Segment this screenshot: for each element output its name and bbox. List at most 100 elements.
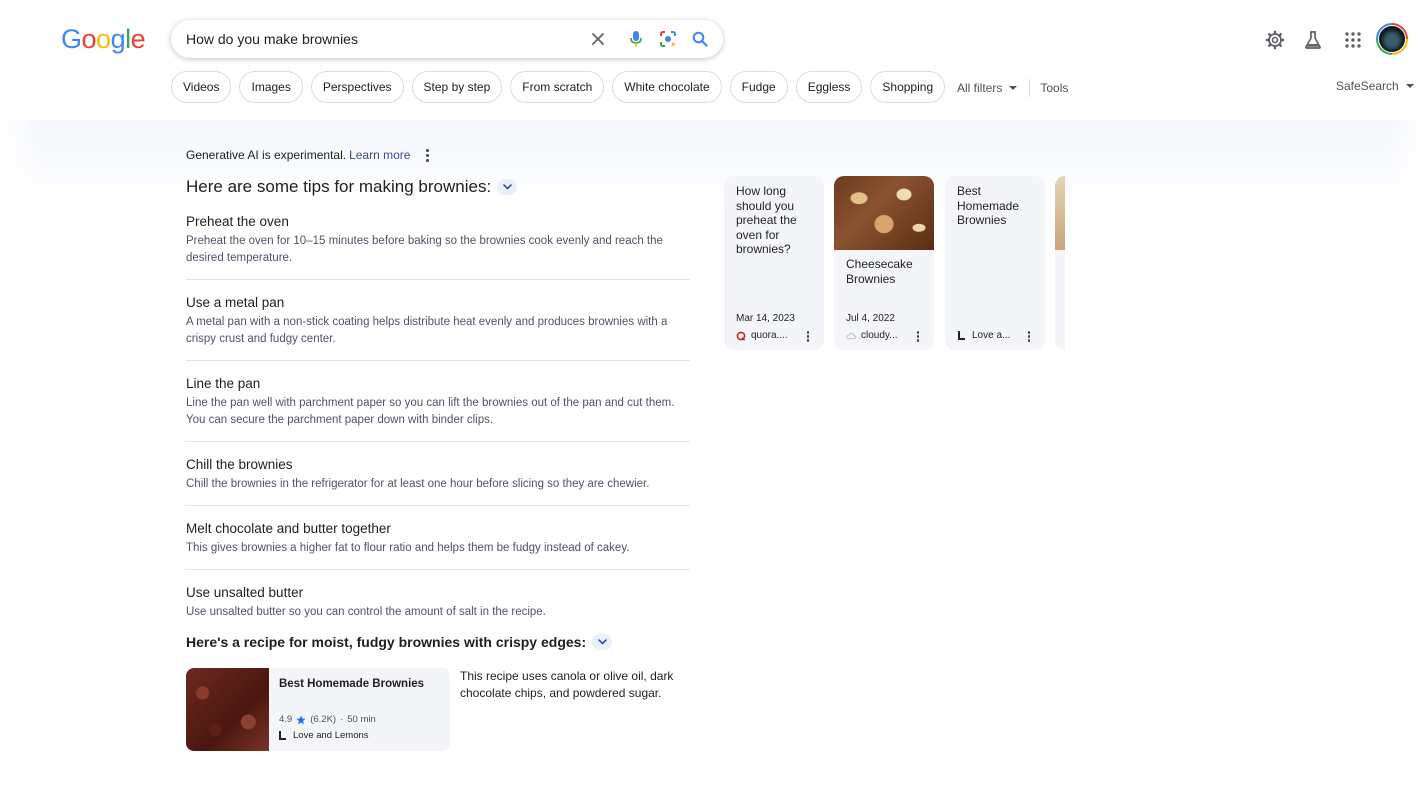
star-icon xyxy=(296,715,306,724)
filter-chip[interactable]: Fudge xyxy=(729,71,788,103)
search-input[interactable]: How do you make brownies xyxy=(186,31,358,47)
labs-flask-icon[interactable] xyxy=(1301,28,1325,52)
source-card-source-name: cloudy... xyxy=(861,330,898,341)
recipe-description: This recipe uses canola or olive oil, da… xyxy=(460,669,674,700)
tip-title: Melt chocolate and butter together xyxy=(186,521,391,536)
tip-title: Line the pan xyxy=(186,376,261,391)
source-card-date: Jul 4, 2022 xyxy=(846,313,895,324)
tip-body: Use unsalted butter so you can control t… xyxy=(186,606,546,618)
recipe-card[interactable]: Best Homemade Brownies 4.9 (6.2K) · 50 m… xyxy=(186,668,450,751)
lens-icon[interactable] xyxy=(657,28,679,50)
learn-more-link[interactable]: Learn more xyxy=(349,148,410,162)
source-card[interactable]: Best Homemade Brownies Love a... xyxy=(945,176,1045,350)
filter-chip[interactable]: Shopping xyxy=(870,71,946,103)
source-card-thumbnail xyxy=(1055,176,1065,250)
collapse-button[interactable] xyxy=(497,179,518,195)
rating-value: 4.9 xyxy=(279,714,293,725)
clear-icon[interactable] xyxy=(587,28,609,50)
source-card-source: cloudy... xyxy=(846,330,898,341)
tip-title: Preheat the oven xyxy=(186,214,289,229)
source-card-partial[interactable] xyxy=(1055,176,1065,350)
source-card-source-name: quora.... xyxy=(751,330,788,341)
logo-letter: o xyxy=(81,24,97,54)
filter-chip[interactable]: From scratch xyxy=(510,71,605,103)
ai-disclaimer-text: Generative AI is experimental. xyxy=(186,148,347,162)
tip-body: This gives brownies a higher fat to flou… xyxy=(186,542,630,554)
tip-item: Use unsalted butter Use unsalted butter s… xyxy=(186,584,690,633)
tip-title: Chill the brownies xyxy=(186,457,293,472)
filter-chips: Videos Images Perspectives Step by step From… xyxy=(171,71,946,103)
recipe-rating: 4.9 (6.2K) · 50 min xyxy=(279,714,376,725)
cloud-icon xyxy=(846,332,856,339)
filter-chip[interactable]: White chocolate xyxy=(612,71,722,103)
source-card[interactable]: How long should you preheat the oven for… xyxy=(724,176,824,350)
quora-icon xyxy=(736,331,746,341)
more-options-icon[interactable] xyxy=(916,331,919,342)
chevron-down-icon xyxy=(597,639,607,645)
filter-chip[interactable]: Eggless xyxy=(795,71,863,103)
tip-body: Chill the brownies in the refrigerator f… xyxy=(186,478,650,490)
ai-disclaimer: Generative AI is experimental. Learn mor… xyxy=(186,148,430,162)
filter-chip[interactable]: Videos xyxy=(171,71,232,103)
safesearch-label: SafeSearch xyxy=(1336,79,1399,93)
filter-chip[interactable]: Perspectives xyxy=(310,71,404,103)
recipe-thumbnail xyxy=(186,668,269,751)
search-box[interactable]: How do you make brownies xyxy=(171,20,723,58)
review-count: (6.2K) xyxy=(310,714,337,725)
tip-body: A metal pan with a non-stick coating hel… xyxy=(186,316,668,345)
collapse-button[interactable] xyxy=(592,634,613,650)
logo-letter: o xyxy=(96,24,111,54)
source-card-date: Mar 14, 2023 xyxy=(736,313,795,324)
source-favicon xyxy=(846,331,856,341)
source-card-title: Cheesecake Brownies xyxy=(846,257,913,286)
google-logo[interactable]: Google xyxy=(61,24,146,55)
filter-chip[interactable]: Images xyxy=(239,71,303,103)
source-card-source-name: Love a... xyxy=(972,330,1011,341)
separator-dot: · xyxy=(340,714,344,725)
more-options-icon[interactable] xyxy=(1027,331,1030,342)
tip-body: Preheat the oven for 10–15 minutes befor… xyxy=(186,235,663,264)
chevron-down-icon xyxy=(502,184,512,190)
logo-letter: g xyxy=(110,24,126,54)
apps-grid-icon[interactable] xyxy=(1341,28,1365,52)
tip-item: Chill the brownies Chill the brownies in … xyxy=(186,456,690,506)
cook-time: 50 min xyxy=(347,714,376,725)
tip-item: Preheat the oven Preheat the oven for 10–… xyxy=(186,213,690,280)
ai-overview-heading-text: Here are some tips for making brownies: xyxy=(186,177,492,196)
tip-item: Line the pan Line the pan well with parch… xyxy=(186,375,690,442)
love-and-lemons-icon xyxy=(279,731,286,740)
tip-title: Use unsalted butter xyxy=(186,585,304,600)
more-options-icon[interactable] xyxy=(426,148,430,162)
source-card-thumbnail xyxy=(834,176,934,250)
recipe-source-name: Love and Lemons xyxy=(293,730,369,741)
recipe-source: Love and Lemons xyxy=(279,730,369,741)
tools-button[interactable]: Tools xyxy=(1040,81,1068,95)
source-card-source: quora.... xyxy=(736,330,788,341)
header: Google How do you make brownies Videos I… xyxy=(0,0,1428,120)
filters-bar: All filters Tools xyxy=(957,79,1068,97)
chevron-down-icon xyxy=(1405,84,1414,88)
logo-letter: G xyxy=(61,24,82,54)
source-favicon xyxy=(957,331,967,341)
settings-icon[interactable] xyxy=(1263,28,1287,52)
more-options-icon[interactable] xyxy=(806,331,809,342)
microphone-icon[interactable] xyxy=(625,28,647,50)
filter-chip[interactable]: Step by step xyxy=(411,71,503,103)
recipe-heading: Here's a recipe for moist, fudgy brownie… xyxy=(186,634,613,650)
safesearch-button[interactable]: SafeSearch xyxy=(1336,79,1414,93)
source-card-title: Best Homemade Brownies xyxy=(957,184,1020,227)
chevron-down-icon xyxy=(1009,86,1018,90)
logo-letter: e xyxy=(130,24,146,54)
source-favicon xyxy=(736,331,746,341)
source-card[interactable]: Cheesecake Brownies Jul 4, 2022 cloudy... xyxy=(834,176,934,350)
tip-item: Use a metal pan A metal pan with a non-st… xyxy=(186,294,690,361)
love-and-lemons-icon xyxy=(958,331,965,340)
search-icon[interactable] xyxy=(689,28,711,50)
divider xyxy=(1029,79,1031,97)
tip-item: Melt chocolate and butter together This g… xyxy=(186,520,690,570)
account-avatar[interactable] xyxy=(1376,23,1408,55)
avatar-image xyxy=(1378,25,1406,53)
all-filters-button[interactable]: All filters xyxy=(957,81,1002,95)
tip-body: Line the pan well with parchment paper s… xyxy=(186,397,675,426)
tips-list: Preheat the oven Preheat the oven for 10–… xyxy=(186,213,690,647)
